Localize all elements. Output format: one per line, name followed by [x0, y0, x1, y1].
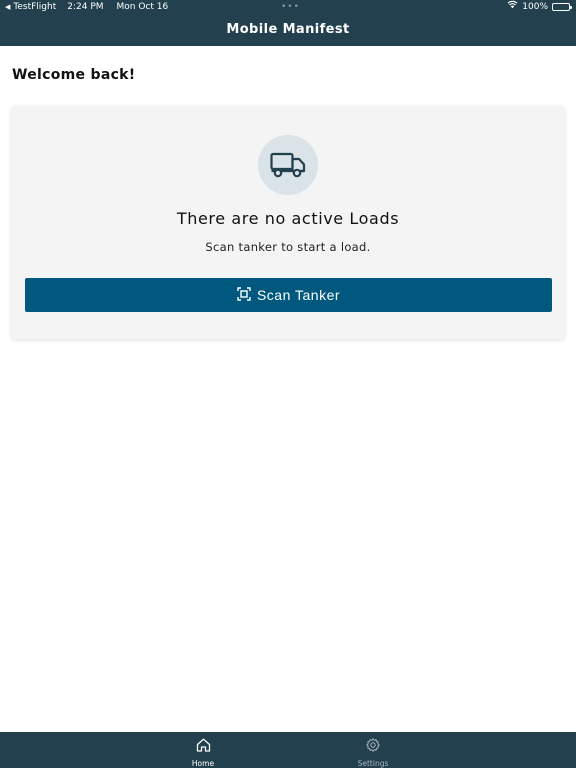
- gear-icon: [366, 737, 380, 756]
- battery-percent: 100%: [522, 2, 548, 12]
- app-header: ◀ TestFlight 2:24 PM Mon Oct 16 ••• 100%…: [0, 0, 576, 46]
- back-app-label[interactable]: TestFlight: [13, 0, 56, 14]
- tab-home[interactable]: Home: [173, 737, 233, 768]
- status-bar: ◀ TestFlight 2:24 PM Mon Oct 16 ••• 100%: [0, 0, 576, 14]
- scan-icon: [237, 286, 251, 304]
- status-date: Mon Oct 16: [116, 2, 169, 12]
- scan-tanker-label: Scan Tanker: [256, 287, 341, 303]
- back-arrow-icon[interactable]: ◀: [5, 0, 10, 14]
- empty-state-title: There are no active Loads: [176, 209, 400, 228]
- multitask-dots-icon[interactable]: •••: [281, 0, 300, 14]
- tab-settings-label: Settings: [357, 759, 389, 768]
- bottom-tab-bar: Home Settings: [0, 732, 576, 768]
- tab-settings[interactable]: Settings: [343, 737, 403, 768]
- empty-state-subtitle: Scan tanker to start a load.: [205, 240, 371, 254]
- battery-icon: [552, 3, 572, 11]
- page-title: Mobile Manifest: [226, 22, 350, 37]
- wifi-icon: [507, 0, 518, 14]
- tab-home-label: Home: [191, 759, 215, 768]
- empty-state-card: There are no active Loads Scan tanker to…: [11, 106, 565, 339]
- home-icon: [196, 737, 211, 756]
- welcome-heading: Welcome back!: [12, 67, 136, 83]
- truck-icon: [258, 135, 318, 195]
- status-time: 2:24 PM: [67, 2, 104, 12]
- scan-tanker-button[interactable]: Scan Tanker: [25, 278, 552, 312]
- status-bar-left: ◀ TestFlight 2:24 PM Mon Oct 16: [5, 0, 168, 14]
- status-bar-right: 100%: [507, 0, 572, 14]
